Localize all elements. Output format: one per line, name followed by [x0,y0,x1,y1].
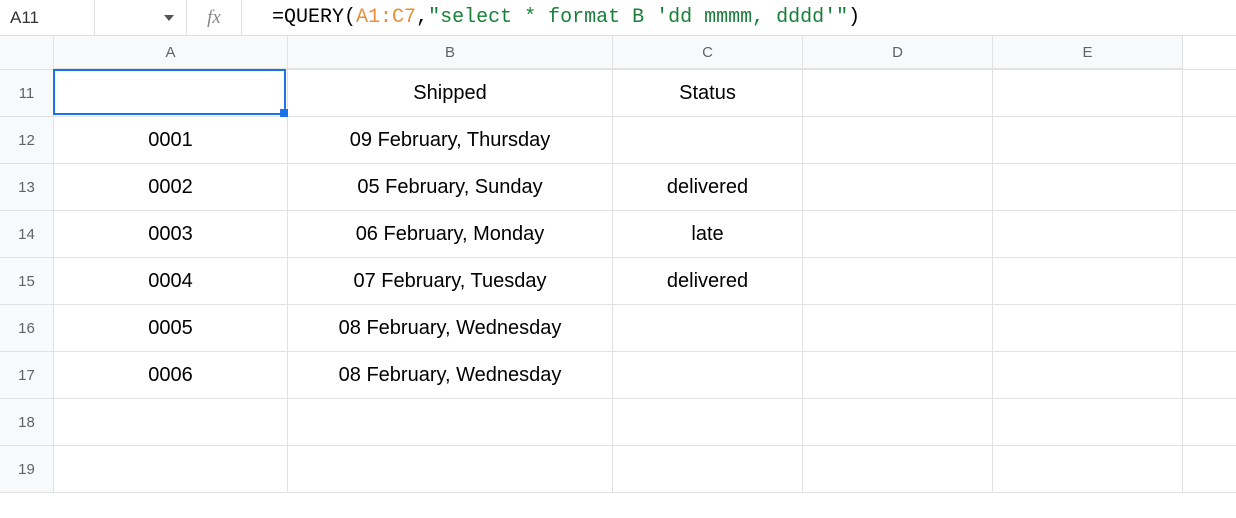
cell-B16[interactable]: 08 February, Wednesday [288,305,613,351]
cell-E13[interactable] [993,164,1183,210]
select-all-corner[interactable] [0,36,54,69]
col-header-A[interactable]: A [54,36,288,69]
cell-A19[interactable] [54,446,288,492]
cell-B15[interactable]: 07 February, Tuesday [288,258,613,304]
row-header[interactable]: 18 [0,399,54,445]
row-header[interactable]: 12 [0,117,54,163]
cell-D15[interactable] [803,258,993,304]
cell-E11[interactable] [993,70,1183,116]
table-row: 19 [0,446,1236,493]
column-header-row: A B C D E [0,36,1236,70]
cell-A17[interactable]: 0006 [54,352,288,398]
cell-A16[interactable]: 0005 [54,305,288,351]
fx-label: fx [187,0,242,35]
cell-D12[interactable] [803,117,993,163]
cell-E18[interactable] [993,399,1183,445]
chevron-down-icon [164,15,174,21]
cell-B14[interactable]: 06 February, Monday [288,211,613,257]
cell-C13[interactable]: delivered [613,164,803,210]
cell-E16[interactable] [993,305,1183,351]
table-row: 17000608 February, Wednesday [0,352,1236,399]
formula-function: QUERY [284,6,344,29]
cell-B11[interactable]: Shipped [288,70,613,116]
row-header[interactable]: 14 [0,211,54,257]
formula-paren-open: ( [344,6,356,29]
formula-paren-close: ) [848,6,860,29]
row-header[interactable]: 17 [0,352,54,398]
cell-D13[interactable] [803,164,993,210]
col-header-D[interactable]: D [803,36,993,69]
cell-D16[interactable] [803,305,993,351]
row-header[interactable]: 13 [0,164,54,210]
row-header[interactable]: 16 [0,305,54,351]
cell-B13[interactable]: 05 February, Sunday [288,164,613,210]
cell-E17[interactable] [993,352,1183,398]
cell-B17[interactable]: 08 February, Wednesday [288,352,613,398]
formula-input[interactable]: =QUERY(A1:C7,"select * format B 'dd mmmm… [242,0,1236,35]
row-header[interactable]: 19 [0,446,54,492]
cell-B18[interactable] [288,399,613,445]
formula-range: A1:C7 [356,6,416,29]
row-header[interactable]: 11 [0,70,54,116]
table-row: 14000306 February, Mondaylate [0,211,1236,258]
cell-C14[interactable]: late [613,211,803,257]
cell-D18[interactable] [803,399,993,445]
cell-C12[interactable] [613,117,803,163]
formula-equals: = [272,6,284,29]
cell-A12[interactable]: 0001 [54,117,288,163]
formula-bar: A11 fx =QUERY(A1:C7,"select * format B '… [0,0,1236,36]
cell-C15[interactable]: delivered [613,258,803,304]
cell-B12[interactable]: 09 February, Thursday [288,117,613,163]
cell-C18[interactable] [613,399,803,445]
name-box-dropdown[interactable] [95,0,187,35]
table-row: 13000205 February, Sundaydelivered [0,164,1236,211]
col-header-E[interactable]: E [993,36,1183,69]
cell-C11[interactable]: Status [613,70,803,116]
cell-C19[interactable] [613,446,803,492]
cell-D17[interactable] [803,352,993,398]
cell-C16[interactable] [613,305,803,351]
cell-E15[interactable] [993,258,1183,304]
cell-A13[interactable]: 0002 [54,164,288,210]
table-row: 16000508 February, Wednesday [0,305,1236,352]
cell-B19[interactable] [288,446,613,492]
table-row: 12000109 February, Thursday [0,117,1236,164]
col-header-C[interactable]: C [613,36,803,69]
cell-D11[interactable] [803,70,993,116]
cell-A18[interactable] [54,399,288,445]
cell-A11[interactable]: ID [54,70,288,116]
cell-A14[interactable]: 0003 [54,211,288,257]
cell-E19[interactable] [993,446,1183,492]
cell-D19[interactable] [803,446,993,492]
cell-E14[interactable] [993,211,1183,257]
table-row: 11IDShippedStatus [0,70,1236,117]
col-header-B[interactable]: B [288,36,613,69]
spreadsheet-grid: A B C D E 11IDShippedStatus12000109 Febr… [0,36,1236,493]
name-box[interactable]: A11 [0,0,95,35]
table-row: 15000407 February, Tuesdaydelivered [0,258,1236,305]
cell-D14[interactable] [803,211,993,257]
cell-A15[interactable]: 0004 [54,258,288,304]
cell-E12[interactable] [993,117,1183,163]
row-header[interactable]: 15 [0,258,54,304]
table-row: 18 [0,399,1236,446]
formula-comma: , [416,6,428,29]
cell-C17[interactable] [613,352,803,398]
formula-string: "select * format B 'dd mmmm, dddd'" [428,6,848,29]
